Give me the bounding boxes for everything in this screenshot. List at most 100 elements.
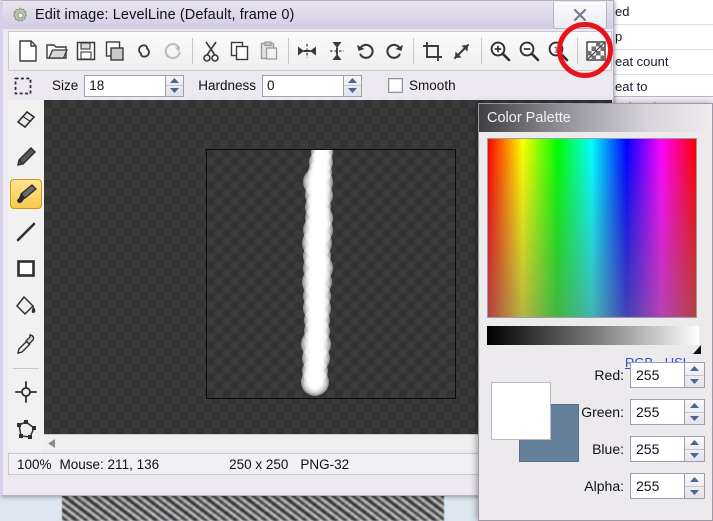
tool-eyedropper[interactable]	[10, 329, 42, 359]
blue-spinner-buttons[interactable]	[684, 437, 704, 461]
color-channel-fields: Red: Green:	[587, 362, 705, 510]
alpha-field[interactable]	[631, 474, 684, 498]
brush-stroke-blob	[301, 368, 329, 396]
close-button[interactable]	[553, 2, 607, 29]
checkbox-box[interactable]	[388, 78, 403, 93]
foreground-color-swatch[interactable]	[491, 382, 551, 440]
red-row: Red:	[587, 362, 705, 388]
rotate-right-icon[interactable]	[380, 35, 409, 67]
green-label: Green:	[581, 404, 624, 420]
color-palette-title-bar[interactable]: Color Palette	[479, 104, 712, 132]
brightness-slider-marker[interactable]	[693, 345, 701, 354]
spinner-down-icon[interactable]	[685, 412, 704, 425]
blue-field[interactable]	[631, 437, 684, 461]
list-item[interactable]: eat count	[613, 50, 713, 75]
spinner-down-icon[interactable]	[685, 486, 704, 499]
spinner-down-icon[interactable]	[685, 375, 704, 388]
tool-eraser[interactable]	[10, 104, 42, 134]
spinner-down-icon[interactable]	[685, 449, 704, 462]
red-stepper[interactable]	[630, 362, 705, 388]
image-format: PNG-32	[300, 457, 349, 472]
blue-row: Blue:	[587, 436, 705, 462]
flip-vertical-icon[interactable]	[322, 35, 351, 67]
spinner-up-icon[interactable]	[166, 76, 183, 86]
tool-fill[interactable]	[10, 291, 42, 321]
spinner-down-icon[interactable]	[344, 85, 361, 96]
spinner-up-icon[interactable]	[344, 76, 361, 86]
crop-icon[interactable]	[418, 35, 447, 67]
green-row: Green:	[587, 399, 705, 425]
smooth-checkbox[interactable]: Smooth	[388, 78, 456, 93]
main-toolbar: 1	[8, 31, 612, 71]
paste-icon[interactable]	[255, 35, 284, 67]
spinner-up-icon[interactable]	[685, 363, 704, 375]
close-icon	[572, 7, 588, 23]
copy-icon[interactable]	[226, 35, 255, 67]
toolbar-separator	[192, 38, 193, 64]
hardness-spinner-buttons[interactable]	[343, 76, 361, 96]
zoom-level: 100%	[17, 457, 52, 472]
color-palette-window: Color Palette RGB - HSL Red:	[478, 103, 713, 521]
hardness-input[interactable]	[263, 76, 343, 96]
triangle-left-icon[interactable]	[44, 436, 60, 451]
tool-options-bar: Size Hardness Smooth	[8, 72, 612, 99]
alpha-row: Alpha:	[587, 473, 705, 499]
green-stepper[interactable]	[630, 399, 705, 425]
image-canvas[interactable]	[206, 149, 456, 399]
alpha-spinner-buttons[interactable]	[684, 474, 704, 498]
image-dimensions: 250 x 250	[229, 457, 288, 472]
gear-icon	[9, 4, 31, 26]
list-item[interactable]: ed	[613, 0, 713, 25]
size-spinner-buttons[interactable]	[165, 76, 183, 96]
tool-rectangle[interactable]	[10, 254, 42, 284]
spinner-up-icon[interactable]	[685, 400, 704, 412]
green-spinner-buttons[interactable]	[684, 400, 704, 424]
tool-polygon[interactable]	[10, 415, 42, 445]
background-property-list: ed p eat count eat to	[613, 0, 713, 98]
green-field[interactable]	[631, 400, 684, 424]
toolbar-separator	[413, 38, 414, 64]
hardness-stepper[interactable]	[262, 75, 362, 97]
refresh-icon[interactable]	[159, 35, 188, 67]
size-input[interactable]	[85, 76, 165, 96]
mouse-coordinates: Mouse: 211, 136	[60, 457, 160, 472]
brightness-gradient[interactable]	[487, 326, 699, 345]
tool-palette	[8, 100, 45, 452]
spinner-up-icon[interactable]	[685, 437, 704, 449]
alpha-stepper[interactable]	[630, 473, 705, 499]
color-swatches	[491, 382, 583, 460]
tool-pivot[interactable]	[10, 377, 42, 407]
title-bar[interactable]: Edit image: LevelLine (Default, frame 0)	[3, 1, 613, 29]
brightness-slider[interactable]	[487, 326, 699, 345]
saturation-value-picker[interactable]	[487, 138, 697, 318]
blue-stepper[interactable]	[630, 436, 705, 462]
svg-text:1: 1	[554, 45, 559, 55]
size-stepper[interactable]	[84, 75, 184, 97]
spinner-up-icon[interactable]	[685, 474, 704, 486]
flip-horizontal-icon[interactable]	[293, 35, 322, 67]
zoom-in-icon[interactable]	[486, 35, 515, 67]
save-as-icon[interactable]	[100, 35, 129, 67]
tool-pencil[interactable]	[10, 141, 42, 171]
zoom-actual-icon[interactable]: 1	[544, 35, 573, 67]
link-icon[interactable]	[129, 35, 158, 67]
spinner-down-icon[interactable]	[166, 85, 183, 96]
marquee-select-icon[interactable]	[8, 77, 38, 95]
resize-icon[interactable]	[447, 35, 476, 67]
red-field[interactable]	[631, 363, 684, 387]
list-item[interactable]: p	[613, 25, 713, 50]
cut-icon[interactable]	[197, 35, 226, 67]
toolbar-separator	[288, 38, 289, 64]
zoom-out-icon[interactable]	[515, 35, 544, 67]
tool-line[interactable]	[10, 216, 42, 246]
transparency-checker-icon[interactable]	[582, 35, 611, 67]
hardness-label: Hardness	[198, 78, 256, 93]
tool-brush[interactable]	[10, 179, 42, 209]
new-file-icon[interactable]	[13, 35, 42, 67]
page-title: Edit image: LevelLine (Default, frame 0)	[35, 7, 294, 23]
open-folder-icon[interactable]	[42, 35, 71, 67]
red-spinner-buttons[interactable]	[684, 363, 704, 387]
save-icon[interactable]	[71, 35, 100, 67]
rotate-left-icon[interactable]	[351, 35, 380, 67]
blue-label: Blue:	[592, 441, 624, 457]
